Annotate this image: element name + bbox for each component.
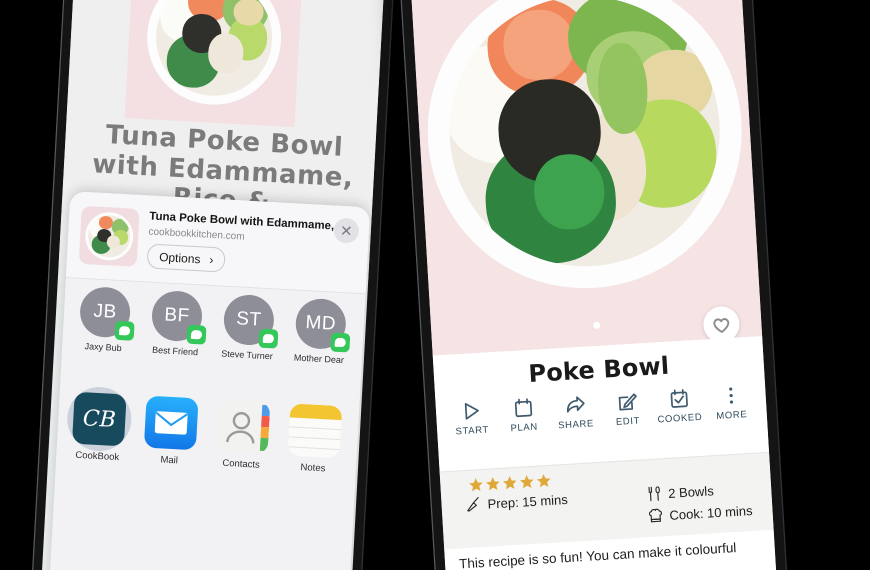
recipe-hero-image[interactable]: [409, 0, 763, 356]
share-contact-mother-dear[interactable]: MD Mother Dear: [287, 297, 351, 408]
action-start-button[interactable]: START: [446, 399, 498, 438]
screenshot-stage: Tuna Poke Bowl with Edammame, Rice &: [0, 0, 870, 570]
messages-icon: [258, 328, 279, 349]
action-label: COOKED: [657, 411, 703, 426]
app-label: Contacts: [222, 457, 261, 471]
avatar: JB: [78, 285, 135, 341]
left-phone-device: Tuna Poke Bowl with Edammame, Rice &: [29, 0, 397, 570]
messages-icon: [186, 324, 207, 345]
close-icon[interactable]: ✕: [333, 217, 360, 244]
page-indicator-dot: [592, 321, 600, 330]
avatar-initials: MD: [304, 312, 337, 335]
webpage-hero-image: [124, 0, 304, 128]
contacts-icon: [215, 399, 271, 455]
chevron-right-icon: ›: [209, 252, 214, 267]
avatar-initials: ST: [235, 308, 263, 331]
share-options-label: Options: [158, 249, 201, 266]
envelope-glyph: [154, 411, 188, 435]
action-share-button[interactable]: SHARE: [549, 393, 601, 432]
ios-share-sheet: Tuna Poke Bowl with Edammame, R.... cook…: [47, 191, 371, 570]
kebab-menu-icon: [728, 387, 733, 404]
share-contact-best-friend[interactable]: BF Best Friend: [144, 289, 208, 401]
action-label: PLAN: [510, 421, 539, 435]
heart-glyph: [713, 317, 730, 333]
contacts-glyph: [226, 404, 271, 452]
chef-hat-icon: [648, 508, 662, 523]
share-icon: [566, 396, 585, 413]
prep-time-stat: Prep: 15 mins: [465, 491, 568, 513]
share-options-button[interactable]: Options ›: [146, 243, 227, 273]
contact-name: Best Friend: [151, 344, 199, 358]
recipe-header: Poke Bowl START PLAN SHARE EDIT COOKED M…: [432, 336, 770, 472]
share-apps-row: CB CookBook Mail Contacts Notes: [55, 385, 360, 503]
mail-icon: [143, 395, 199, 451]
share-item-thumbnail: [78, 205, 140, 267]
share-contact-steve-turner[interactable]: ST Steve Turner: [215, 293, 279, 404]
star-icon: [503, 476, 517, 490]
play-icon: [464, 402, 479, 420]
star-icon: [537, 474, 551, 488]
avatar: BF: [150, 289, 207, 345]
share-app-cookbook[interactable]: CB CookBook: [65, 385, 133, 491]
share-app-notes[interactable]: Notes: [282, 403, 345, 502]
prep-time-text: Prep: 15 mins: [487, 491, 569, 512]
star-icon: [469, 478, 483, 492]
cook-time-stat: Cook: 10 mins: [647, 502, 753, 524]
action-label: START: [455, 424, 490, 438]
contact-name: Jaxy Bub: [84, 341, 122, 354]
cook-time-text: Cook: 10 mins: [669, 502, 753, 523]
share-contact-jaxy-bub[interactable]: JB Jaxy Bub: [72, 285, 136, 397]
cookbook-monogram: CB: [82, 405, 117, 433]
contact-name: Steve Turner: [220, 348, 273, 362]
knife-icon: [467, 496, 479, 512]
stats-right-column: 2 Bowls Cook: 10 mins: [646, 480, 753, 524]
calendar-check-icon: [670, 389, 688, 408]
share-app-mail[interactable]: Mail: [138, 395, 201, 494]
cutlery-icon: [648, 486, 660, 502]
cookbook-icon: CB: [71, 391, 127, 447]
pencil-icon: [618, 393, 637, 411]
action-label: SHARE: [557, 418, 595, 432]
messages-icon: [114, 320, 135, 341]
action-label: MORE: [716, 409, 748, 422]
app-label: CookBook: [75, 449, 120, 464]
share-sheet-header: Tuna Poke Bowl with Edammame, R.... cook…: [65, 191, 371, 295]
servings-text: 2 Bowls: [667, 482, 715, 501]
right-phone-device: Poke Bowl START PLAN SHARE EDIT COOKED M…: [397, 0, 791, 570]
share-item-url: cookbookkitchen.com: [148, 226, 245, 243]
app-label: Notes: [300, 462, 326, 475]
action-more-button[interactable]: MORE: [705, 384, 757, 423]
stats-left-column: Prep: 15 mins: [465, 491, 569, 535]
avatar: ST: [222, 293, 279, 349]
messages-icon: [330, 332, 351, 353]
action-plan-button[interactable]: PLAN: [497, 396, 549, 435]
right-phone-screen: Poke Bowl START PLAN SHARE EDIT COOKED M…: [409, 0, 779, 570]
contact-name: Mother Dear: [293, 352, 345, 366]
share-app-contacts[interactable]: Contacts: [210, 399, 273, 498]
avatar: MD: [294, 297, 351, 353]
left-phone-screen: Tuna Poke Bowl with Edammame, Rice &: [39, 0, 387, 570]
action-cooked-button[interactable]: COOKED: [653, 387, 705, 426]
notes-icon: [287, 403, 343, 459]
action-edit-button[interactable]: EDIT: [601, 390, 653, 429]
servings-stat: 2 Bowls: [646, 480, 752, 502]
star-icon: [520, 475, 534, 489]
calendar-icon: [514, 398, 532, 418]
avatar-initials: BF: [163, 304, 191, 327]
app-label: Mail: [160, 454, 179, 467]
star-icon: [486, 477, 500, 491]
avatar-initials: JB: [92, 300, 118, 323]
action-label: EDIT: [615, 415, 641, 428]
